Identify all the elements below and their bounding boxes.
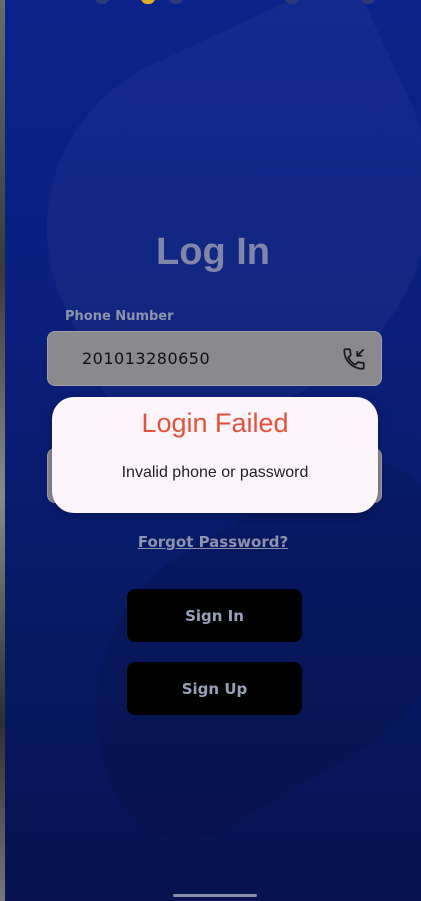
sign-up-button[interactable]: Sign Up — [127, 662, 302, 715]
status-icon — [95, 0, 109, 4]
login-screen: Log In Phone Number 201013280650 Forgot … — [5, 0, 421, 901]
status-icon — [141, 0, 155, 4]
dialog-title: Login Failed — [141, 408, 289, 438]
status-bar-icons — [95, 0, 395, 6]
sign-in-button[interactable]: Sign In — [127, 589, 302, 642]
page-title: Log In — [156, 231, 270, 273]
phone-number-value: 201013280650 — [82, 349, 211, 368]
dialog-message: Invalid phone or password — [121, 464, 309, 481]
home-indicator[interactable] — [173, 894, 257, 897]
phone-number-label: Phone Number — [65, 309, 174, 324]
status-icon — [169, 0, 183, 4]
phone-number-field[interactable]: 201013280650 — [47, 331, 382, 386]
login-failed-dialog[interactable]: Login Failed Invalid phone or password — [52, 397, 378, 513]
status-icon — [361, 0, 375, 4]
phone-incoming-icon — [341, 346, 367, 372]
forgot-password-link[interactable]: Forgot Password? — [5, 533, 421, 551]
status-icon — [285, 0, 299, 4]
